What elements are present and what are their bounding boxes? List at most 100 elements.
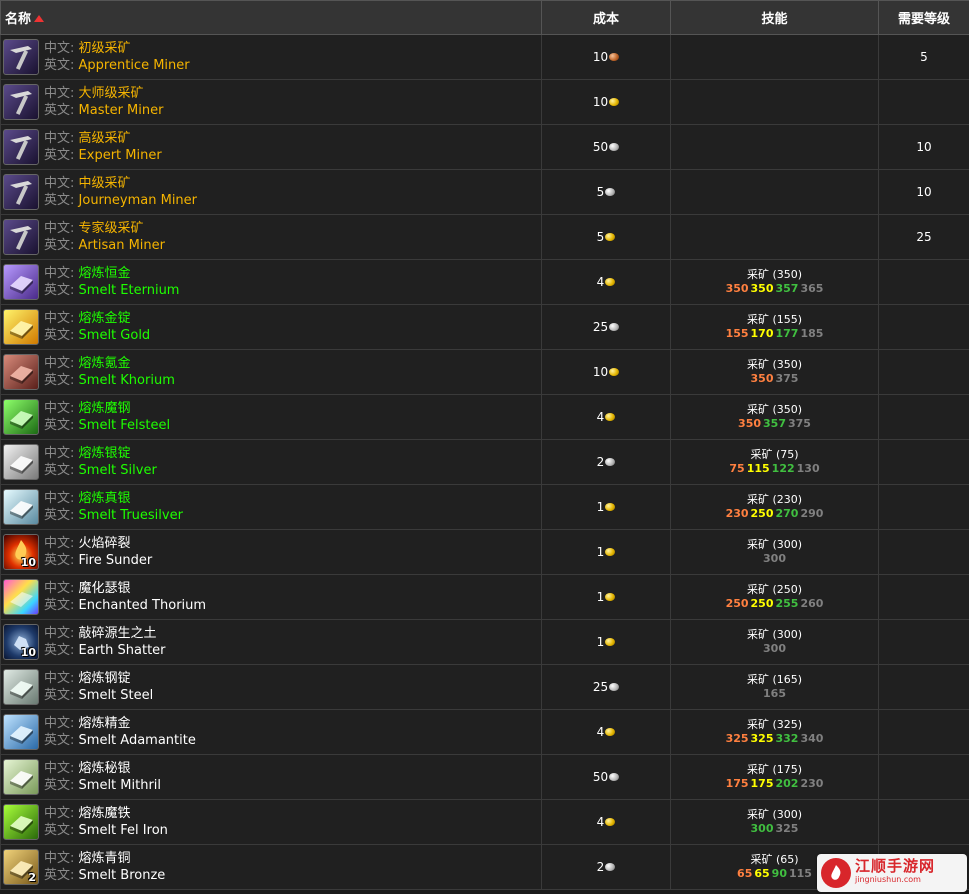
item-name-cn[interactable]: 敲碎源生之土 bbox=[79, 626, 157, 641]
table-row[interactable]: 中文: 熔炼真银 英文: Smelt Truesilver 1 采矿 (230) 230… bbox=[0, 484, 969, 530]
item-name-cn[interactable]: 熔炼金锭 bbox=[79, 311, 131, 326]
enchanted-thorium-icon[interactable] bbox=[3, 579, 39, 615]
item-name-en[interactable]: Smelt Khorium bbox=[79, 373, 175, 388]
item-name-en[interactable]: Smelt Adamantite bbox=[79, 733, 196, 748]
item-name-en[interactable]: Expert Miner bbox=[79, 148, 162, 163]
column-header-skill[interactable]: 技能 bbox=[670, 0, 879, 35]
table-row[interactable]: 中文: 高级采矿 英文: Expert Miner 50 10 bbox=[0, 124, 969, 170]
table-row[interactable]: 中文: 熔炼氪金 英文: Smelt Khorium 10 采矿 (350) 350 37… bbox=[0, 349, 969, 395]
table-row[interactable]: 中文: 初级采矿 英文: Apprentice Miner 10 5 bbox=[0, 34, 969, 80]
fel-iron-bar-icon[interactable] bbox=[3, 804, 39, 840]
item-name-cn[interactable]: 熔炼恒金 bbox=[79, 266, 131, 281]
column-header-name[interactable]: 名称 bbox=[0, 0, 542, 35]
column-header-level[interactable]: 需要等级 bbox=[878, 0, 969, 35]
table-row[interactable]: 中文: 熔炼金锭 英文: Smelt Gold 25 采矿 (155) 155 170 17… bbox=[0, 304, 969, 350]
bronze-bar-icon[interactable]: 2 bbox=[3, 849, 39, 885]
mithril-bar-icon[interactable] bbox=[3, 759, 39, 795]
silver-bar-icon[interactable] bbox=[3, 444, 39, 480]
cn-label: 中文: bbox=[44, 356, 75, 371]
table-row[interactable]: 10 中文: 敲碎源生之土 英文: Earth Shatter 1 采矿 (300) 30… bbox=[0, 619, 969, 665]
table-row[interactable]: 中文: 魔化瑟银 英文: Enchanted Thorium 1 采矿 (250) 25… bbox=[0, 574, 969, 620]
item-name-en[interactable]: Smelt Mithril bbox=[79, 778, 162, 793]
skill-rank-4: 375 bbox=[775, 372, 799, 385]
eternium-bar-icon[interactable] bbox=[3, 264, 39, 300]
steel-bar-icon[interactable] bbox=[3, 669, 39, 705]
item-name-en[interactable]: Smelt Gold bbox=[79, 328, 151, 343]
item-name-en[interactable]: Smelt Silver bbox=[79, 463, 157, 478]
item-name-en[interactable]: Master Miner bbox=[79, 103, 164, 118]
item-name-cn[interactable]: 熔炼精金 bbox=[79, 716, 131, 731]
pickaxe-icon[interactable] bbox=[3, 129, 39, 165]
item-name-cn[interactable]: 熔炼青铜 bbox=[79, 851, 131, 866]
cn-label: 中文: bbox=[44, 761, 75, 776]
item-name-cn[interactable]: 大师级采矿 bbox=[79, 86, 144, 101]
item-name-en[interactable]: Smelt Eternium bbox=[79, 283, 180, 298]
item-name-cn[interactable]: 熔炼秘银 bbox=[79, 761, 131, 776]
item-name-en[interactable]: Smelt Felsteel bbox=[79, 418, 171, 433]
table-row[interactable]: 中文: 熔炼魔铁 英文: Smelt Fel Iron 4 采矿 (300) 300 32… bbox=[0, 799, 969, 845]
item-name-cn[interactable]: 初级采矿 bbox=[79, 41, 131, 56]
table-row[interactable]: 中文: 专家级采矿 英文: Artisan Miner 5 25 bbox=[0, 214, 969, 260]
en-label: 英文: bbox=[44, 508, 75, 523]
item-name-cn[interactable]: 熔炼钢锭 bbox=[79, 671, 131, 686]
skill-requirement: 采矿 (175) bbox=[746, 763, 803, 776]
item-name-cn[interactable]: 熔炼魔钢 bbox=[79, 401, 131, 416]
cost-cell: 4 bbox=[541, 259, 671, 305]
adamantite-bar-icon[interactable] bbox=[3, 714, 39, 750]
truesilver-bar-icon[interactable] bbox=[3, 489, 39, 525]
level-cell bbox=[878, 619, 969, 665]
pickaxe-icon[interactable] bbox=[3, 84, 39, 120]
item-name-cn[interactable]: 专家级采矿 bbox=[79, 221, 144, 236]
item-name-en[interactable]: Smelt Truesilver bbox=[79, 508, 183, 523]
item-name-en[interactable]: Journeyman Miner bbox=[79, 193, 198, 208]
item-name-cn[interactable]: 熔炼银锭 bbox=[79, 446, 131, 461]
table-row[interactable]: 10 中文: 火焰碎裂 英文: Fire Sunder 1 采矿 (300) 300 bbox=[0, 529, 969, 575]
table-row[interactable]: 中文: 熔炼精金 英文: Smelt Adamantite 4 采矿 (325) 325… bbox=[0, 709, 969, 755]
item-name-cn[interactable]: 熔炼魔铁 bbox=[79, 806, 131, 821]
item-name-cn[interactable]: 高级采矿 bbox=[79, 131, 131, 146]
table-row[interactable]: 中文: 熔炼钢锭 英文: Smelt Steel 25 采矿 (165) 165 bbox=[0, 664, 969, 710]
en-label: 英文: bbox=[44, 373, 75, 388]
cost-value: 25 bbox=[592, 320, 609, 334]
icon-stack-count: 10 bbox=[20, 646, 36, 659]
item-name-en[interactable]: Earth Shatter bbox=[79, 643, 166, 658]
table-row[interactable]: 中文: 熔炼银锭 英文: Smelt Silver 2 采矿 (75) 75 115 122… bbox=[0, 439, 969, 485]
gold-coin-icon bbox=[605, 817, 616, 826]
pickaxe-icon[interactable] bbox=[3, 39, 39, 75]
table-row[interactable]: 中文: 熔炼魔钢 英文: Smelt Felsteel 4 采矿 (350) 350 35… bbox=[0, 394, 969, 440]
fire-icon[interactable]: 10 bbox=[3, 534, 39, 570]
item-name-cn[interactable]: 魔化瑟银 bbox=[79, 581, 131, 596]
column-header-cost[interactable]: 成本 bbox=[541, 0, 671, 35]
felsteel-bar-icon[interactable] bbox=[3, 399, 39, 435]
item-name-en[interactable]: Fire Sunder bbox=[79, 553, 153, 568]
table-row[interactable]: 中文: 熔炼秘银 英文: Smelt Mithril 50 采矿 (175) 175 17… bbox=[0, 754, 969, 800]
copper-coin-icon bbox=[609, 52, 620, 61]
pickaxe-icon[interactable] bbox=[3, 174, 39, 210]
name-cell: 2 中文: 熔炼青铜 英文: Smelt Bronze bbox=[0, 844, 542, 890]
item-name-cn[interactable]: 火焰碎裂 bbox=[79, 536, 131, 551]
cost-value: 50 bbox=[592, 140, 609, 154]
item-name-en[interactable]: Apprentice Miner bbox=[79, 58, 190, 73]
cost-cell: 25 bbox=[541, 664, 671, 710]
cn-label: 中文: bbox=[44, 671, 75, 686]
skill-rank-4: 230 bbox=[800, 777, 824, 790]
gold-bar-icon[interactable] bbox=[3, 309, 39, 345]
en-label: 英文: bbox=[44, 328, 75, 343]
table-row[interactable]: 中文: 熔炼恒金 英文: Smelt Eternium 4 采矿 (350) 350 35… bbox=[0, 259, 969, 305]
item-name-en[interactable]: Smelt Steel bbox=[79, 688, 154, 703]
earth-icon[interactable]: 10 bbox=[3, 624, 39, 660]
item-name-cn[interactable]: 熔炼真银 bbox=[79, 491, 131, 506]
item-name-en[interactable]: Smelt Fel Iron bbox=[79, 823, 168, 838]
table-row[interactable]: 中文: 中级采矿 英文: Journeyman Miner 5 10 bbox=[0, 169, 969, 215]
name-cell: 中文: 熔炼真银 英文: Smelt Truesilver bbox=[0, 484, 542, 530]
cost-value: 1 bbox=[596, 590, 605, 604]
item-name-en[interactable]: Artisan Miner bbox=[79, 238, 165, 253]
item-name-en[interactable]: Enchanted Thorium bbox=[79, 598, 207, 613]
table-row[interactable]: 中文: 大师级采矿 英文: Master Miner 10 bbox=[0, 79, 969, 125]
item-name-cn[interactable]: 熔炼氪金 bbox=[79, 356, 131, 371]
khorium-bar-icon[interactable] bbox=[3, 354, 39, 390]
item-name-en[interactable]: Smelt Bronze bbox=[79, 868, 166, 883]
level-cell bbox=[878, 349, 969, 395]
pickaxe-icon[interactable] bbox=[3, 219, 39, 255]
item-name-cn[interactable]: 中级采矿 bbox=[79, 176, 131, 191]
